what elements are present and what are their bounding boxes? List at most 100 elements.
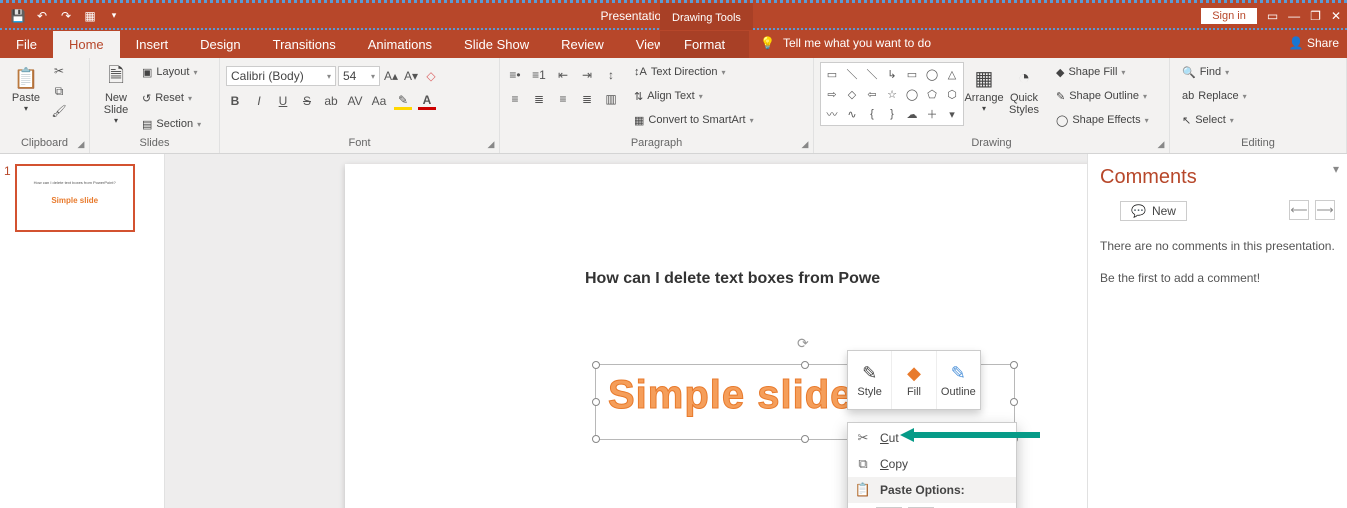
shape-diamond-icon[interactable]: ◇: [843, 85, 861, 103]
tab-slideshow[interactable]: Slide Show: [448, 31, 545, 58]
italic-icon[interactable]: I: [250, 92, 268, 110]
shadow-icon[interactable]: ab: [322, 92, 340, 110]
change-case-icon[interactable]: Aa: [370, 92, 388, 110]
cut-icon[interactable]: ✂: [50, 62, 68, 80]
align-text-button[interactable]: ⇅Align Text: [632, 86, 756, 106]
shape-hex-icon[interactable]: ⬡: [943, 85, 961, 103]
resize-handle[interactable]: [592, 361, 600, 369]
reset-button[interactable]: ↺Reset: [140, 88, 203, 108]
new-comment-button[interactable]: 💬 New: [1120, 201, 1187, 221]
convert-smartart-button[interactable]: ▦Convert to SmartArt: [632, 110, 756, 130]
shape-fill-button[interactable]: ◆Shape Fill: [1054, 62, 1151, 82]
font-color-icon[interactable]: A: [418, 92, 436, 110]
mini-fill-button[interactable]: ◆ Fill: [892, 351, 936, 409]
shape-oval-icon[interactable]: ◯: [923, 65, 941, 83]
resize-handle[interactable]: [1010, 398, 1018, 406]
shapes-gallery[interactable]: ▭＼＼↳▭◯△ ⇨◇⇦☆◯⬠⬡ 〰∿{}☁＋▾: [820, 62, 964, 126]
tab-home[interactable]: Home: [53, 31, 120, 58]
strikethrough-icon[interactable]: S: [298, 92, 316, 110]
decrease-indent-icon[interactable]: ⇤: [554, 66, 572, 84]
tab-transitions[interactable]: Transitions: [257, 31, 352, 58]
tab-insert[interactable]: Insert: [120, 31, 185, 58]
shape-pent-icon[interactable]: ⬠: [923, 85, 941, 103]
align-left-icon[interactable]: ≡: [506, 90, 524, 108]
clear-formatting-icon[interactable]: ◇: [422, 67, 440, 85]
start-slideshow-icon[interactable]: ▦: [82, 8, 98, 24]
resize-handle[interactable]: [801, 435, 809, 443]
slide-heading-text[interactable]: How can I delete text boxes from Powe: [585, 270, 880, 288]
resize-handle[interactable]: [801, 361, 809, 369]
ribbon-options-icon[interactable]: ▭: [1267, 9, 1278, 23]
select-button[interactable]: ↖Select: [1180, 110, 1249, 130]
decrease-font-icon[interactable]: A▾: [402, 67, 420, 85]
shape-arrow-icon[interactable]: ⇨: [823, 85, 841, 103]
shape-curve2-icon[interactable]: ∿: [843, 105, 861, 123]
numbering-icon[interactable]: ≡1: [530, 66, 548, 84]
shape-callout-icon[interactable]: ◯: [903, 85, 921, 103]
highlight-icon[interactable]: ✎: [394, 92, 412, 110]
find-button[interactable]: 🔍Find: [1180, 62, 1249, 82]
tell-me-search[interactable]: 💡 Tell me what you want to do: [760, 36, 931, 50]
menu-copy[interactable]: ⧉ Copy: [848, 451, 1016, 477]
slide-editor-area[interactable]: How can I delete text boxes from Powe ⟳ …: [165, 154, 1087, 508]
align-center-icon[interactable]: ≣: [530, 90, 548, 108]
signin-button[interactable]: Sign in: [1201, 8, 1257, 24]
redo-icon[interactable]: ↷: [58, 8, 74, 24]
increase-indent-icon[interactable]: ⇥: [578, 66, 596, 84]
shape-rect2-icon[interactable]: ▭: [903, 65, 921, 83]
mini-style-button[interactable]: ✎ Style: [848, 351, 892, 409]
minimize-icon[interactable]: —: [1288, 9, 1300, 23]
shape-curve-icon[interactable]: 〰: [823, 105, 841, 123]
char-spacing-icon[interactable]: AV: [346, 92, 364, 110]
bullets-icon[interactable]: ≡•: [506, 66, 524, 84]
mini-outline-button[interactable]: ✎ Outline: [937, 351, 980, 409]
tab-design[interactable]: Design: [184, 31, 256, 58]
shape-star-icon[interactable]: ☆: [883, 85, 901, 103]
shape-outline-button[interactable]: ✎Shape Outline: [1054, 86, 1151, 106]
save-icon[interactable]: 💾: [10, 8, 26, 24]
resize-handle[interactable]: [1010, 361, 1018, 369]
shape-arrow2-icon[interactable]: ⇦: [863, 85, 881, 103]
shape-tri-icon[interactable]: △: [943, 65, 961, 83]
close-icon[interactable]: ✕: [1331, 9, 1341, 23]
rotate-handle-icon[interactable]: ⟳: [797, 335, 813, 351]
layout-button[interactable]: ▣Layout: [140, 62, 203, 82]
justify-icon[interactable]: ≣: [578, 90, 596, 108]
shape-more-icon[interactable]: ▾: [943, 105, 961, 123]
font-name-combo[interactable]: Calibri (Body)▾: [226, 66, 336, 86]
arrange-button[interactable]: ▦ Arrange ▾: [964, 62, 1004, 115]
prev-comment-icon[interactable]: ⟵: [1289, 200, 1309, 220]
shape-brace2-icon[interactable]: }: [883, 105, 901, 123]
font-size-combo[interactable]: 54▾: [338, 66, 380, 86]
shape-cloud-icon[interactable]: ☁: [903, 105, 921, 123]
increase-font-icon[interactable]: A▴: [382, 67, 400, 85]
font-dialog-launcher-icon[interactable]: ◢: [485, 139, 497, 151]
tab-format[interactable]: Format: [660, 31, 749, 58]
shape-brace-icon[interactable]: {: [863, 105, 881, 123]
paragraph-dialog-launcher-icon[interactable]: ◢: [799, 139, 811, 151]
copy-icon[interactable]: ⧉: [50, 82, 68, 100]
paste-button[interactable]: 📋 Paste ▾: [6, 62, 46, 115]
clipboard-dialog-launcher-icon[interactable]: ◢: [75, 139, 87, 151]
tab-file[interactable]: File: [0, 31, 53, 58]
maximize-icon[interactable]: ❐: [1310, 9, 1321, 23]
replace-button[interactable]: abReplace: [1180, 86, 1249, 106]
align-right-icon[interactable]: ≡: [554, 90, 572, 108]
underline-icon[interactable]: U: [274, 92, 292, 110]
quick-styles-button[interactable]: ◔ Quick Styles: [1004, 62, 1044, 118]
new-slide-button[interactable]: 🗎 New Slide ▾: [96, 62, 136, 127]
format-painter-icon[interactable]: 🖌: [50, 102, 68, 120]
drawing-dialog-launcher-icon[interactable]: ◢: [1155, 139, 1167, 151]
tab-animations[interactable]: Animations: [352, 31, 448, 58]
next-comment-icon[interactable]: ⟶: [1315, 200, 1335, 220]
comments-dropdown-icon[interactable]: ▾: [1333, 162, 1339, 176]
shape-plus-icon[interactable]: ＋: [923, 105, 941, 123]
shape-connector-icon[interactable]: ↳: [883, 65, 901, 83]
share-button[interactable]: 👤 Share: [1289, 36, 1339, 50]
undo-icon[interactable]: ↶: [34, 8, 50, 24]
tab-review[interactable]: Review: [545, 31, 620, 58]
text-direction-button[interactable]: ↕AText Direction: [632, 62, 756, 82]
resize-handle[interactable]: [592, 435, 600, 443]
shape-effects-button[interactable]: ◯Shape Effects: [1054, 110, 1151, 130]
bold-icon[interactable]: B: [226, 92, 244, 110]
